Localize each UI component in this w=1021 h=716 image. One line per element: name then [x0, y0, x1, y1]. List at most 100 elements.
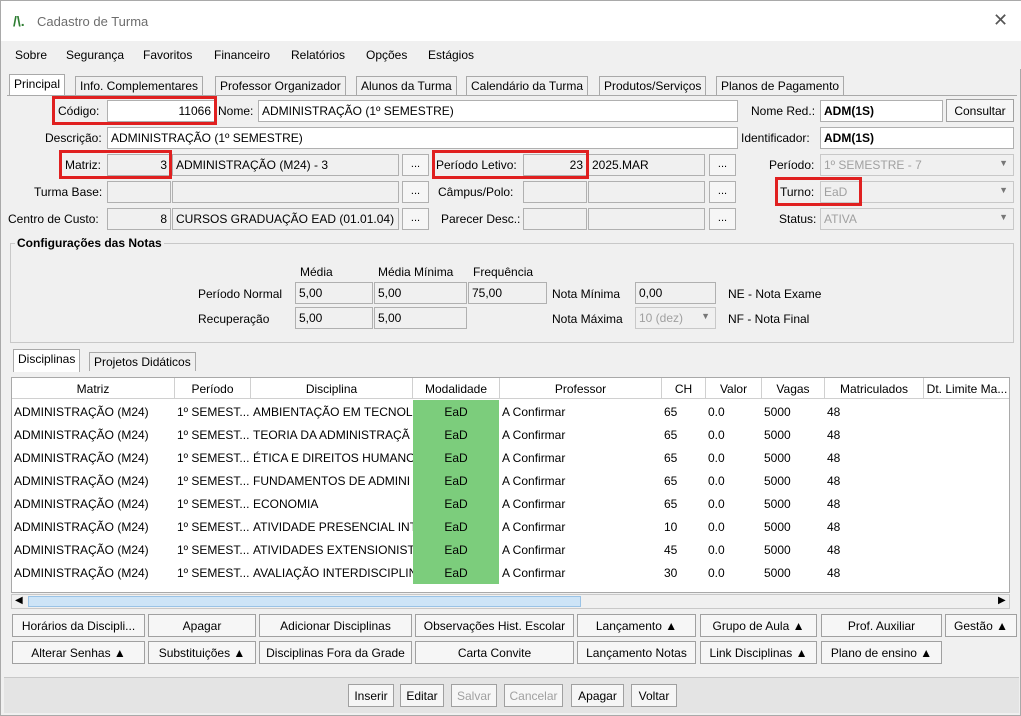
table-row[interactable]: ADMINISTRAÇÃO (M24) 1º SEMEST... ECONOMIA E…: [12, 492, 1009, 515]
substituicoes-button[interactable]: Substituições ▲: [148, 641, 256, 664]
periodo-label: Período:: [769, 158, 815, 172]
inserir-button[interactable]: Inserir: [348, 684, 394, 707]
tab-principal[interactable]: Principal: [9, 74, 66, 96]
column-header-valor[interactable]: Valor: [706, 378, 762, 399]
cancelar-button[interactable]: Cancelar: [504, 684, 563, 707]
cell-professor: A Confirmar: [502, 405, 566, 419]
menu-relatorios[interactable]: Relatórios: [291, 48, 345, 62]
tab-info-complementares[interactable]: Info. Complementares: [75, 76, 204, 95]
periodo-select[interactable]: 1º SEMESTRE - 7 ▼: [820, 154, 1014, 176]
rec-media-minima-field[interactable]: 5,00: [374, 307, 467, 329]
alterar-senhas-button[interactable]: Alterar Senhas ▲: [12, 641, 145, 664]
menu-sobre[interactable]: Sobre: [15, 48, 47, 62]
grupo-de-aula-button[interactable]: Grupo de Aula ▲: [700, 614, 817, 637]
column-header-matriz[interactable]: Matriz: [12, 378, 175, 399]
horizontal-scrollbar[interactable]: ◀ ▶: [11, 594, 1010, 609]
table-row[interactable]: ADMINISTRAÇÃO (M24) 1º SEMEST... AVALIAÇÃO…: [12, 561, 1009, 584]
frequencia-header: Frequência: [473, 265, 534, 279]
tab-calendario-da-turma[interactable]: Calendário da Turma: [466, 76, 589, 95]
nota-minima-field[interactable]: 0,00: [635, 282, 716, 304]
cell-professor: A Confirmar: [502, 520, 566, 534]
cell-ch: 45: [664, 543, 678, 557]
tab-alunos-da-turma[interactable]: Alunos da Turma: [356, 76, 457, 95]
carta-convite-button[interactable]: Carta Convite: [415, 641, 574, 664]
cell-matriculados: 48: [827, 474, 841, 488]
campus-id-field[interactable]: [523, 181, 587, 203]
tab-produtos-servicos[interactable]: Produtos/Serviços: [599, 76, 707, 95]
matriz-lookup-button[interactable]: ...: [402, 154, 429, 176]
gestao-button[interactable]: Gestão ▲: [945, 614, 1017, 637]
lancamento-button[interactable]: Lançamento ▲: [577, 614, 696, 637]
column-header-periodo[interactable]: Período: [175, 378, 251, 399]
observacoes-hist-escolar-button[interactable]: Observações Hist. Escolar: [415, 614, 574, 637]
parecer-id-field[interactable]: [523, 208, 587, 230]
column-header-vagas[interactable]: Vagas: [762, 378, 825, 399]
cell-valor: 0.0: [708, 497, 725, 511]
disciplinas-fora-grade-button[interactable]: Disciplinas Fora da Grade: [259, 641, 412, 664]
prof-auxiliar-button[interactable]: Prof. Auxiliar: [821, 614, 942, 637]
identificador-field[interactable]: ADM(1S): [820, 127, 1014, 149]
cell-matriz: ADMINISTRAÇÃO (M24): [14, 428, 149, 442]
menu-favoritos[interactable]: Favoritos: [143, 48, 192, 62]
cell-valor: 0.0: [708, 405, 725, 419]
column-header-ch[interactable]: CH: [662, 378, 706, 399]
pn-frequencia-field[interactable]: 75,00: [468, 282, 547, 304]
cell-periodo: 1º SEMEST...: [177, 428, 250, 442]
scroll-right-icon[interactable]: ▶: [998, 595, 1006, 606]
pn-media-field[interactable]: 5,00: [295, 282, 373, 304]
link-disciplinas-button[interactable]: Link Disciplinas ▲: [700, 641, 817, 664]
nota-maxima-select[interactable]: 10 (dez) ▼: [635, 307, 716, 329]
status-select[interactable]: ATIVA ▼: [820, 208, 1014, 230]
plano-de-ensino-button[interactable]: Plano de ensino ▲: [821, 641, 942, 664]
editar-button[interactable]: Editar: [400, 684, 444, 707]
scroll-thumb[interactable]: [28, 596, 581, 607]
rec-media-field[interactable]: 5,00: [295, 307, 373, 329]
descricao-field[interactable]: ADMINISTRAÇÃO (1º SEMESTRE): [107, 127, 738, 149]
periodo-letivo-id-field[interactable]: 23: [523, 154, 587, 176]
table-row[interactable]: ADMINISTRAÇÃO (M24) 1º SEMEST... ÉTICA E D…: [12, 446, 1009, 469]
turma-base-id-field[interactable]: [107, 181, 171, 203]
menu-seguranca[interactable]: Segurança: [66, 48, 124, 62]
matriz-id-field[interactable]: 3: [107, 154, 171, 176]
menu-opcoes[interactable]: Opções: [366, 48, 407, 62]
consultar-button[interactable]: Consultar: [946, 99, 1014, 122]
table-row[interactable]: ADMINISTRAÇÃO (M24) 1º SEMEST... FUNDAMENT…: [12, 469, 1009, 492]
column-header-modalidade[interactable]: Modalidade: [413, 378, 500, 399]
scroll-left-icon[interactable]: ◀: [15, 595, 23, 606]
menu-financeiro[interactable]: Financeiro: [214, 48, 270, 62]
centro-custo-lookup-button[interactable]: ...: [402, 208, 429, 230]
table-row[interactable]: ADMINISTRAÇÃO (M24) 1º SEMEST... TEORIA DA…: [12, 423, 1009, 446]
apagar-disciplina-button[interactable]: Apagar: [148, 614, 256, 637]
tab-projetos-didaticos[interactable]: Projetos Didáticos: [89, 352, 196, 371]
nome-red-field[interactable]: ADM(1S): [820, 100, 943, 122]
salvar-button[interactable]: Salvar: [451, 684, 497, 707]
centro-custo-id-field[interactable]: 8: [107, 208, 171, 230]
table-row[interactable]: ADMINISTRAÇÃO (M24) 1º SEMEST... ATIVIDADE…: [12, 515, 1009, 538]
column-header-matriculados[interactable]: Matriculados: [825, 378, 924, 399]
tab-professor-organizador[interactable]: Professor Organizador: [215, 76, 346, 95]
turno-select[interactable]: EaD ▼: [820, 181, 1014, 203]
apagar-button[interactable]: Apagar: [571, 684, 624, 707]
nome-field[interactable]: ADMINISTRAÇÃO (1º SEMESTRE): [258, 100, 738, 122]
periodo-letivo-lookup-button[interactable]: ...: [709, 154, 736, 176]
disciplinas-grid[interactable]: Matriz Período Disciplina Modalidade Profess…: [11, 377, 1010, 593]
lancamento-notas-button[interactable]: Lançamento Notas: [577, 641, 696, 664]
table-row[interactable]: ADMINISTRAÇÃO (M24) 1º SEMEST... AMBIENTAÇ…: [12, 400, 1009, 423]
close-icon[interactable]: ✕: [993, 10, 1008, 31]
cell-ch: 65: [664, 428, 678, 442]
menu-estagios[interactable]: Estágios: [428, 48, 474, 62]
column-header-dt-limite[interactable]: Dt. Limite Ma...: [924, 378, 1009, 399]
table-row[interactable]: ADMINISTRAÇÃO (M24) 1º SEMEST... ATIVIDADE…: [12, 538, 1009, 561]
codigo-field[interactable]: 11066: [107, 100, 215, 122]
pn-media-minima-field[interactable]: 5,00: [374, 282, 467, 304]
tab-planos-de-pagamento[interactable]: Planos de Pagamento: [716, 76, 845, 95]
horarios-disciplina-button[interactable]: Horários da Discipli...: [12, 614, 145, 637]
voltar-button[interactable]: Voltar: [631, 684, 677, 707]
parecer-lookup-button[interactable]: ...: [709, 208, 736, 230]
turma-base-lookup-button[interactable]: ...: [402, 181, 429, 203]
campus-lookup-button[interactable]: ...: [709, 181, 736, 203]
adicionar-disciplinas-button[interactable]: Adicionar Disciplinas: [259, 614, 412, 637]
column-header-professor[interactable]: Professor: [500, 378, 662, 399]
column-header-disciplina[interactable]: Disciplina: [251, 378, 413, 399]
tab-disciplinas[interactable]: Disciplinas: [13, 349, 81, 372]
